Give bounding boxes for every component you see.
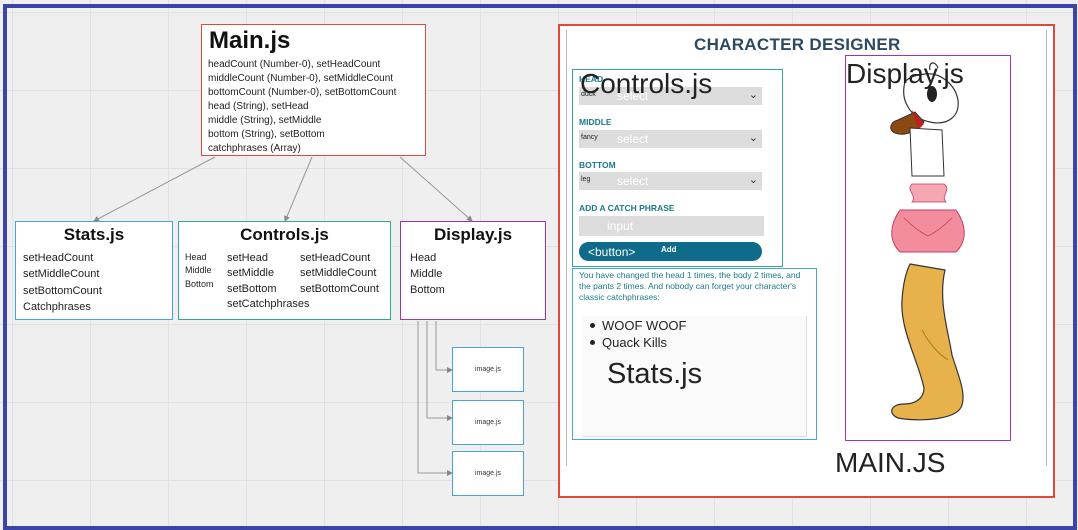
display-js-overlay: Display.js: [846, 58, 964, 89]
main-js-overlay: MAIN.JS: [835, 447, 946, 478]
fancy-dress-image: [891, 183, 965, 253]
leg-image: [891, 263, 964, 421]
